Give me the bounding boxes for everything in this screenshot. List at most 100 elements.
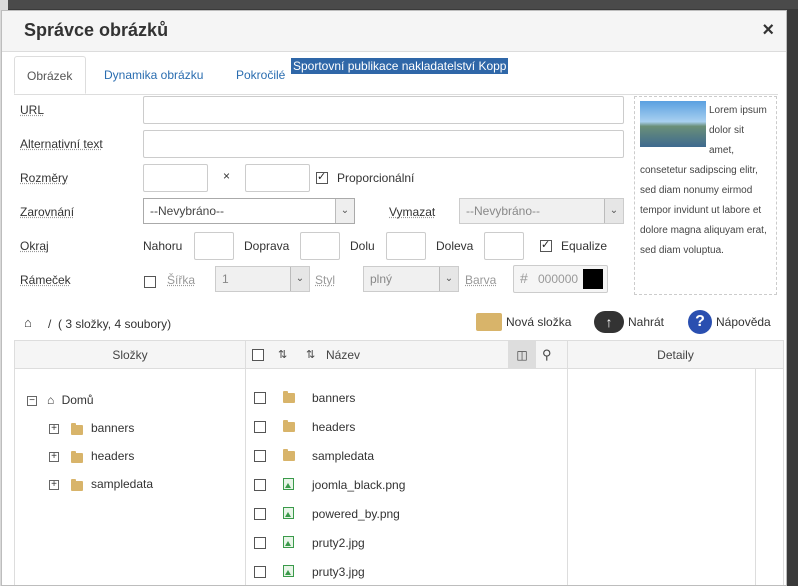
expand-icon[interactable]: + bbox=[49, 452, 59, 462]
height-input[interactable] bbox=[245, 164, 310, 192]
margin-left-input[interactable] bbox=[484, 232, 524, 260]
file-row[interactable]: powered_by.png bbox=[312, 507, 400, 521]
margin-top-input[interactable] bbox=[194, 232, 234, 260]
file-row[interactable]: sampledata bbox=[312, 449, 374, 463]
expand-icon[interactable]: + bbox=[49, 424, 59, 434]
image-preview: Lorem ipsum dolor sit amet, consetetur s… bbox=[634, 96, 777, 295]
border-style-value: plný bbox=[370, 272, 393, 286]
tab-image[interactable]: Obrázek bbox=[14, 56, 86, 94]
tree-item-banners[interactable]: banners bbox=[91, 421, 134, 435]
clear-select[interactable]: --Nevybráno-- ⌄ bbox=[459, 198, 624, 224]
file-checkbox[interactable] bbox=[254, 450, 266, 462]
upload-label: Nahrát bbox=[628, 315, 665, 329]
help-label: Nápověda bbox=[716, 315, 771, 329]
columns-view-icon[interactable]: ◫ bbox=[508, 341, 536, 368]
margin-right-input[interactable] bbox=[300, 232, 340, 260]
file-browser: Složky ⇅ ⇅ Název ◫ ⚲ Detaily − ⌂ Domů + … bbox=[14, 340, 784, 585]
alt-text-label: Alternativní text bbox=[20, 137, 103, 151]
border-width-label: Šířka bbox=[167, 273, 196, 287]
folder-icon bbox=[283, 420, 295, 432]
home-icon[interactable]: ⌂ bbox=[24, 315, 32, 330]
border-width-value: 1 bbox=[222, 272, 229, 286]
border-style-label: Styl bbox=[315, 273, 336, 287]
column-divider bbox=[567, 341, 568, 585]
margin-bottom-input[interactable] bbox=[386, 232, 426, 260]
size-separator: × bbox=[223, 169, 231, 183]
image-file-icon bbox=[283, 536, 294, 548]
new-folder-label: Nová složka bbox=[506, 315, 572, 329]
file-checkbox[interactable] bbox=[254, 508, 266, 520]
tree-home[interactable]: ⌂ Domů bbox=[47, 393, 94, 407]
sort-icon[interactable]: ⇅ bbox=[278, 341, 287, 369]
sort-name-icon[interactable]: ⇅ bbox=[306, 341, 315, 369]
align-select-value: --Nevybráno-- bbox=[150, 204, 225, 218]
file-row[interactable]: headers bbox=[312, 420, 355, 434]
margin-right-label: Doprava bbox=[244, 239, 290, 253]
proportional-checkbox[interactable] bbox=[316, 170, 328, 184]
alt-text-input[interactable] bbox=[143, 130, 624, 158]
border-color-value: 000000 bbox=[538, 272, 579, 286]
margin-label: Okraj bbox=[20, 239, 49, 253]
files-column-header: ⇅ ⇅ Název ◫ ⚲ bbox=[246, 341, 567, 369]
equalize-label: Equalize bbox=[561, 239, 608, 253]
border-color-input[interactable]: # 000000 bbox=[513, 265, 608, 293]
file-row[interactable]: banners bbox=[312, 391, 355, 405]
folder-icon bbox=[71, 423, 83, 435]
file-checkbox[interactable] bbox=[254, 392, 266, 404]
folder-icon bbox=[71, 479, 83, 491]
file-checkbox[interactable] bbox=[254, 479, 266, 491]
border-label: Rámeček bbox=[20, 273, 71, 287]
color-swatch[interactable] bbox=[583, 269, 603, 289]
tab-image-dynamics[interactable]: Dynamika obrázku bbox=[92, 56, 215, 94]
breadcrumb-info: ( 3 složky, 4 soubory) bbox=[58, 317, 172, 331]
folder-icon bbox=[283, 391, 295, 403]
close-icon[interactable]: × bbox=[762, 19, 774, 42]
folders-column-header: Složky bbox=[15, 341, 245, 369]
border-width-select[interactable]: 1 ⌄ bbox=[215, 266, 310, 292]
select-all-checkbox[interactable] bbox=[252, 349, 264, 361]
column-divider bbox=[245, 341, 246, 585]
margin-top-label: Nahoru bbox=[143, 239, 183, 253]
clear-label: Vymazat bbox=[389, 205, 436, 219]
background-top bbox=[0, 0, 798, 9]
search-icon[interactable]: ⚲ bbox=[542, 341, 552, 369]
equalize-checkbox[interactable] bbox=[540, 238, 552, 252]
margin-bottom-label: Dolu bbox=[350, 239, 375, 253]
chevron-down-icon: ⌄ bbox=[439, 267, 458, 291]
name-column-label[interactable]: Název bbox=[326, 341, 360, 369]
url-input[interactable] bbox=[143, 96, 624, 124]
file-checkbox[interactable] bbox=[254, 566, 266, 578]
selected-text-highlight: Sportovní publikace nakladatelství Kopp bbox=[291, 58, 509, 74]
file-checkbox[interactable] bbox=[254, 421, 266, 433]
align-label: Zarovnání bbox=[20, 205, 75, 219]
chevron-down-icon: ⌄ bbox=[604, 199, 623, 223]
border-style-select[interactable]: plný ⌄ bbox=[363, 266, 459, 292]
file-row[interactable]: pruty3.jpg bbox=[312, 565, 365, 579]
breadcrumb-separator: / bbox=[48, 317, 52, 331]
file-row[interactable]: pruty2.jpg bbox=[312, 536, 365, 550]
file-checkbox[interactable] bbox=[254, 537, 266, 549]
details-column-header: Detaily bbox=[568, 341, 783, 369]
dialog-header: Správce obrázků × bbox=[2, 11, 786, 52]
url-label: URL bbox=[20, 103, 45, 117]
border-checkbox[interactable] bbox=[144, 276, 156, 288]
folder-icon bbox=[283, 449, 295, 461]
tree-item-headers[interactable]: headers bbox=[91, 449, 134, 463]
collapse-icon[interactable]: − bbox=[27, 396, 37, 406]
image-file-icon bbox=[283, 565, 294, 577]
margin-left-label: Doleva bbox=[436, 239, 474, 253]
proportional-label: Proporcionální bbox=[337, 171, 415, 185]
tab-advanced[interactable]: Pokročilé bbox=[224, 56, 297, 94]
align-select[interactable]: --Nevybráno-- ⌄ bbox=[143, 198, 355, 224]
help-icon: ? bbox=[688, 310, 712, 334]
cloud-upload-icon: ↑ bbox=[594, 311, 624, 333]
hash-icon: # bbox=[520, 270, 528, 286]
home-icon: ⌂ bbox=[47, 393, 55, 407]
width-input[interactable] bbox=[143, 164, 208, 192]
expand-icon[interactable]: + bbox=[49, 480, 59, 490]
folder-icon bbox=[71, 451, 83, 463]
file-row[interactable]: joomla_black.png bbox=[312, 478, 405, 492]
tree-item-sampledata[interactable]: sampledata bbox=[91, 477, 153, 491]
size-label: Rozměry bbox=[20, 171, 69, 185]
clear-select-value: --Nevybráno-- bbox=[466, 204, 541, 218]
